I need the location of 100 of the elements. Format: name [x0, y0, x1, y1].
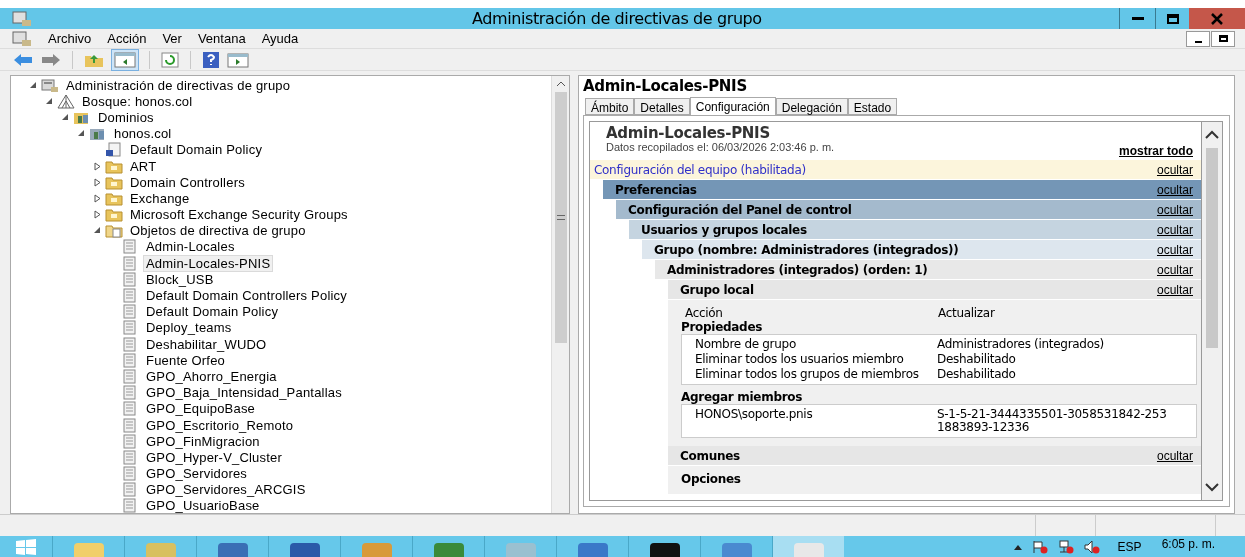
tree-item[interactable]: GPO_UsuarioBase	[143, 497, 263, 513]
tree-item[interactable]: GPO_Hyper-V_Cluster	[143, 448, 285, 466]
menu-item[interactable]: Acción	[99, 28, 155, 49]
minimize-button[interactable]	[1186, 30, 1210, 47]
flag-icon[interactable]	[1031, 539, 1048, 554]
panel-icon	[114, 51, 136, 68]
row-value: Actualizar	[938, 306, 995, 320]
tree-item[interactable]: Default Domain Policy	[143, 303, 282, 321]
tree-item[interactable]: Admin-Locales	[143, 238, 238, 256]
tree-item[interactable]: Domain Controllers	[127, 173, 248, 191]
restore-button[interactable]	[1211, 30, 1235, 47]
menu-item[interactable]: Ver	[154, 28, 190, 49]
section-title: Administradores (integrados) (orden: 1)	[667, 261, 928, 279]
scroll-icon	[105, 142, 123, 158]
tree-item[interactable]: Deploy_teams	[143, 319, 235, 337]
window-icon[interactable]	[227, 50, 249, 69]
tree-item[interactable]: Bosque: honos.col	[79, 92, 196, 110]
speaker-icon[interactable]	[1083, 539, 1100, 554]
tree-item[interactable]: Objetos de directiva de grupo	[127, 222, 309, 240]
triangle-icon	[57, 93, 75, 109]
tree-item[interactable]: ART	[127, 157, 160, 175]
tree-item[interactable]: Default Domain Policy	[127, 141, 266, 159]
hide-link[interactable]: ocultar	[1156, 200, 1193, 219]
hide-link[interactable]: ocultar	[1156, 160, 1193, 179]
app-icon	[505, 543, 536, 557]
collapse-arrow-icon[interactable]	[77, 130, 85, 138]
app-icon	[361, 543, 392, 557]
gpo-title: Admin-Locales-PNIS	[583, 76, 748, 96]
menu-item[interactable]: Ayuda	[253, 28, 307, 49]
clock[interactable]: 6:05 p. m.	[1161, 536, 1215, 551]
hide-link[interactable]: ocultar	[1156, 280, 1193, 299]
app-icon	[217, 543, 248, 557]
scrollbar[interactable]	[1201, 121, 1223, 501]
scroll-icon	[121, 401, 139, 417]
property-name: Eliminar todos los grupos de miembros	[694, 368, 920, 381]
collapse-arrow-icon[interactable]	[93, 227, 101, 235]
menu-item[interactable]: Archivo	[40, 28, 100, 49]
hide-link[interactable]: ocultar	[1156, 220, 1193, 239]
row-label: Acción	[684, 306, 724, 320]
property-name: HONOS\soporte.pnis	[694, 408, 814, 423]
help-icon[interactable]	[201, 50, 221, 69]
tree-item[interactable]: honos.col	[111, 125, 175, 143]
property-name: Eliminar todos los usuarios miembro	[694, 353, 905, 366]
tree-item[interactable]: Block_USB	[143, 270, 217, 288]
tree-item[interactable]: Dominios	[95, 108, 157, 126]
hide-link[interactable]: ocultar	[1156, 446, 1193, 465]
collapse-arrow-icon[interactable]	[29, 81, 37, 89]
section-title: Configuración del Panel de control	[628, 201, 852, 219]
section-title: Grupo (nombre: Administradores (integrados))	[654, 241, 959, 259]
console-icon	[12, 10, 32, 27]
scroll-icon	[121, 368, 139, 384]
collapse-arrow-icon[interactable]	[61, 113, 69, 121]
tab[interactable]: Detalles	[634, 98, 690, 115]
tree-item[interactable]: GPO_FinMigracion	[143, 432, 263, 450]
tree-item[interactable]: Default Domain Controllers Policy	[143, 287, 350, 305]
report-title: Admin-Locales-PNIS	[605, 124, 771, 142]
property-value: Deshabilitado	[937, 353, 1017, 366]
refresh-icon[interactable]	[160, 50, 180, 69]
tree-item[interactable]: Microsoft Exchange Security Groups	[127, 206, 351, 224]
section-title: Comunes	[680, 447, 740, 465]
tree-item[interactable]: Admin-Locales-PNIS	[143, 254, 274, 272]
tab[interactable]: Estado	[847, 98, 898, 115]
expand-arrow-icon[interactable]	[93, 177, 101, 187]
tree-item[interactable]: Deshabilitar_WUDO	[143, 335, 270, 353]
collapse-arrow-icon[interactable]	[45, 97, 53, 105]
language-indicator[interactable]: ESP	[1117, 537, 1142, 556]
scroll-icon	[121, 239, 139, 255]
tree-item[interactable]: GPO_Ahorro_Energia	[143, 367, 280, 385]
tree-item[interactable]: GPO_Baja_Intensidad_Pantallas	[143, 384, 345, 402]
group-heading: Opciones	[681, 472, 742, 486]
tab[interactable]: Delegación	[775, 98, 848, 115]
menu-item[interactable]: Ventana	[189, 28, 254, 49]
folder-icon	[105, 190, 123, 206]
collected-date: Datos recopilados el: 06/03/2026 2:03:46 p. m.	[605, 142, 836, 153]
chevron-down-icon[interactable]	[1205, 482, 1219, 492]
tree-item[interactable]: GPO_EquipoBase	[143, 400, 259, 418]
hide-link[interactable]: ocultar	[1156, 260, 1193, 279]
hide-link[interactable]: ocultar	[1156, 240, 1193, 259]
tree-item[interactable]: GPO_Servidores	[143, 465, 251, 483]
tree-item[interactable]: Administración de directivas de grupo	[63, 76, 294, 94]
chevron-up-icon[interactable]	[1205, 130, 1219, 140]
tree-item[interactable]: Fuente Orfeo	[143, 351, 228, 369]
tree-item[interactable]: GPO_Escritorio_Remoto	[143, 416, 297, 434]
app-icon	[649, 543, 680, 557]
caret-up-icon[interactable]	[1013, 543, 1022, 550]
tab[interactable]: Ámbito	[585, 98, 635, 115]
hide-link[interactable]: ocultar	[1156, 180, 1193, 199]
expand-arrow-icon[interactable]	[93, 193, 101, 203]
property-value: S-1-5-21-3444335501-3058531842-2531883893-12336	[937, 408, 1167, 434]
show-all-link[interactable]: mostrar todo	[1119, 142, 1193, 160]
console-icon	[41, 77, 59, 93]
pane-toggle-button[interactable]	[111, 48, 139, 71]
tree-item[interactable]: Exchange	[127, 189, 193, 207]
scroll-icon	[121, 466, 139, 482]
expand-arrow-icon[interactable]	[93, 210, 101, 220]
network-icon[interactable]	[1057, 539, 1074, 554]
expand-arrow-icon[interactable]	[93, 161, 101, 171]
tree-item[interactable]: GPO_Servidores_ARCGIS	[143, 481, 309, 499]
window-title: Administración de directivas de grupo	[472, 8, 762, 29]
close-button[interactable]	[1189, 8, 1245, 29]
